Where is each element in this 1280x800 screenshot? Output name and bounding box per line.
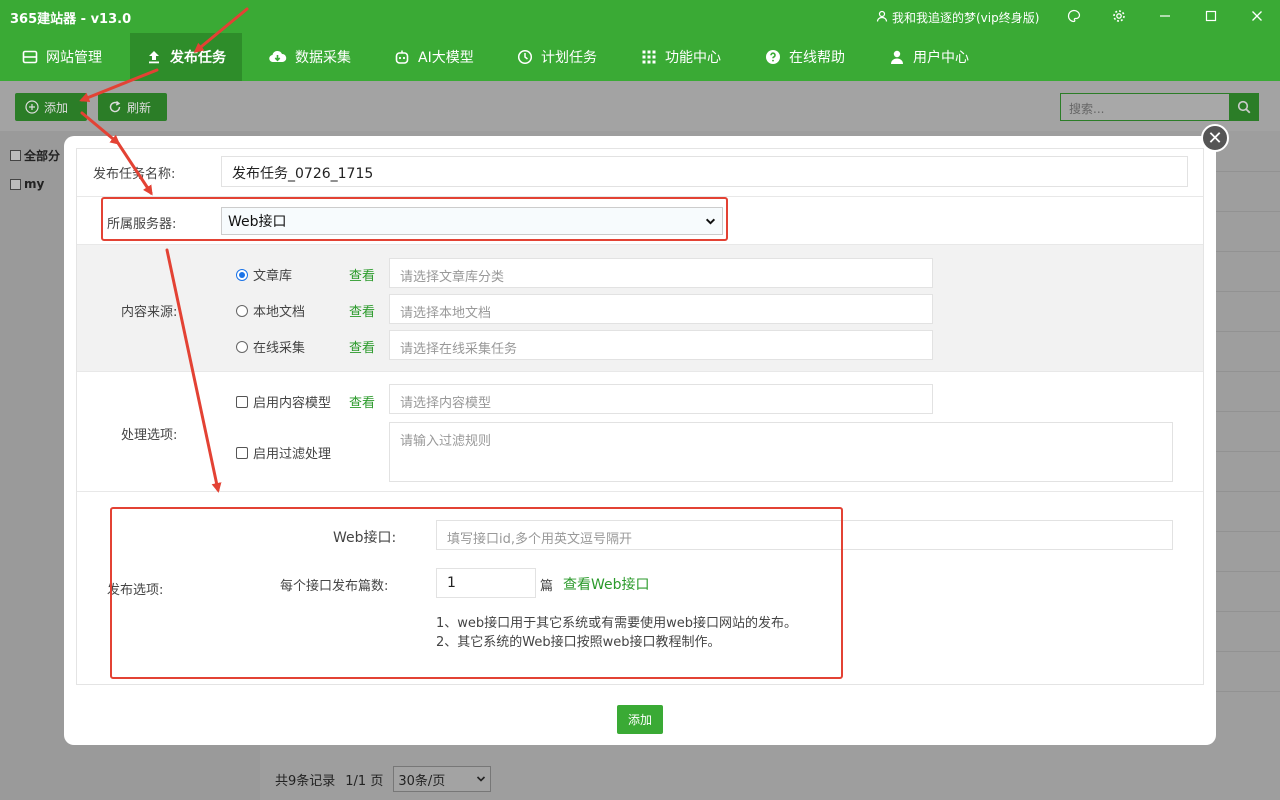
title-bar: 365建站器 - v13.0 我和我追逐的梦(vip终身版) (0, 0, 1280, 33)
tab-data-collection[interactable]: 数据采集 (268, 33, 351, 81)
local-docs-input[interactable]: 请选择本地文档 (389, 294, 933, 324)
task-name-row: 发布任务名称: 发布任务_0726_1715 (77, 149, 1203, 197)
toolbar: 添加 刷新 搜索... (0, 81, 1280, 131)
per-page-select[interactable]: 30条/页 (393, 766, 492, 792)
filter-rules-textarea[interactable]: 请输入过滤规则 (389, 422, 1173, 482)
app-title: 365建站器 - v13.0 (10, 12, 132, 27)
search-button[interactable] (1229, 93, 1259, 121)
tab-site-management[interactable]: 网站管理 (22, 33, 112, 81)
view-online-collect-link[interactable]: 查看 (349, 337, 375, 356)
content-source-label: 内容来源: (121, 305, 178, 320)
tab-user-center[interactable]: 用户中心 (889, 33, 969, 81)
refresh-button[interactable]: 刷新 (98, 93, 167, 121)
pagination: 共9条记录 1/1 页 30条/页 (275, 766, 492, 792)
tab-label: 数据采集 (295, 50, 351, 66)
category-label: 全部分 (24, 149, 61, 163)
online-collect-input[interactable]: 请选择在线采集任务 (389, 330, 933, 360)
checkbox-label: 启用内容模型 (253, 396, 332, 411)
maximize-icon[interactable] (1201, 6, 1221, 26)
radio-dot[interactable] (236, 268, 248, 281)
tab-publish-tasks[interactable]: 发布任务 (130, 33, 242, 81)
upload-icon (149, 51, 159, 64)
content-source-section: 内容来源: 文章库 查看 请选择文章库分类 本地文档 查看 请选择本地文档 在线… (77, 245, 1203, 372)
chevron-down-icon (477, 776, 486, 782)
view-local-docs-link[interactable]: 查看 (349, 301, 375, 320)
site-icon (22, 50, 38, 64)
user-icon (891, 50, 903, 64)
refresh-label: 刷新 (127, 100, 152, 115)
tab-label: 发布任务 (170, 50, 226, 66)
minimize-icon[interactable] (1155, 6, 1175, 26)
article-library-input[interactable]: 请选择文章库分类 (389, 258, 933, 288)
submit-add-button[interactable]: 添加 (617, 705, 663, 734)
grid-icon (642, 50, 656, 64)
add-label: 添加 (44, 100, 69, 115)
category-my[interactable]: my (10, 177, 44, 191)
tab-label: 网站管理 (46, 50, 102, 66)
skin-icon[interactable] (1064, 6, 1084, 26)
checkbox[interactable] (236, 446, 248, 459)
user-name: 我和我追逐的梦(vip终身版) (892, 11, 1040, 25)
search-input[interactable]: 搜索... (1060, 93, 1230, 121)
category-label: my (24, 177, 45, 191)
record-count: 共9条记录 (275, 773, 336, 789)
view-article-library-link[interactable]: 查看 (349, 265, 375, 284)
tab-function-center[interactable]: 功能中心 (641, 33, 721, 81)
processing-section: 处理选项: 启用内容模型 查看 请选择内容模型 启用过滤处理 请输入过滤规则 (77, 372, 1203, 492)
annotation-box-publish-options (110, 507, 843, 679)
close-dialog-icon[interactable]: ✕ (1201, 124, 1229, 152)
tab-label: 在线帮助 (789, 50, 845, 66)
checkbox-label: 启用过滤处理 (253, 447, 332, 462)
settings-gear-icon[interactable] (1109, 6, 1129, 26)
cloud-download-icon (269, 50, 287, 63)
per-page-value: 30条/页 (398, 773, 446, 789)
tab-label: 计划任务 (541, 50, 597, 66)
user-icon (876, 10, 888, 25)
close-window-icon[interactable] (1247, 6, 1267, 26)
refresh-icon (109, 100, 121, 113)
task-name-input[interactable]: 发布任务_0726_1715 (221, 156, 1188, 187)
radio-dot[interactable] (236, 340, 248, 353)
radio-dot[interactable] (236, 304, 248, 317)
user-account[interactable]: 我和我追逐的梦(vip终身版) (876, 9, 1039, 26)
content-model-input[interactable]: 请选择内容模型 (389, 384, 933, 414)
tab-online-help[interactable]: 在线帮助 (765, 33, 845, 81)
tab-label: 功能中心 (665, 50, 721, 66)
processing-label: 处理选项: (121, 428, 178, 443)
clock-icon (517, 49, 533, 65)
category-all[interactable]: 全部分 (10, 147, 60, 164)
task-name-label: 发布任务名称: (93, 167, 176, 182)
checkbox[interactable] (236, 395, 248, 408)
tab-scheduled-tasks[interactable]: 计划任务 (517, 33, 597, 81)
radio-label: 在线采集 (253, 341, 306, 356)
tab-label: AI大模型 (418, 50, 474, 66)
page-indicator: 1/1 页 (345, 773, 384, 789)
checkbox[interactable] (10, 150, 21, 161)
add-task-button[interactable]: 添加 (15, 93, 87, 121)
view-content-model-link[interactable]: 查看 (349, 392, 375, 411)
radio-label: 本地文档 (253, 305, 306, 320)
tab-ai-models[interactable]: AI大模型 (394, 33, 474, 81)
robot-icon (395, 50, 409, 64)
help-icon (766, 50, 780, 64)
main-nav: 网站管理 发布任务 数据采集 AI大模型 计划任务 功能中心 在线帮助 用户中心 (0, 33, 1280, 81)
enable-filter-checkbox[interactable]: 启用过滤处理 (236, 443, 331, 462)
source-local-docs-radio[interactable]: 本地文档 (236, 301, 305, 320)
tab-label: 用户中心 (913, 50, 969, 66)
checkbox[interactable] (10, 178, 21, 190)
source-article-library-radio[interactable]: 文章库 (236, 265, 292, 284)
radio-label: 文章库 (253, 269, 293, 284)
source-online-collect-radio[interactable]: 在线采集 (236, 337, 305, 356)
enable-content-model-checkbox[interactable]: 启用内容模型 (236, 392, 331, 411)
annotation-box-server (101, 197, 728, 241)
search-icon (1237, 100, 1251, 114)
plus-circle-icon (25, 100, 39, 114)
